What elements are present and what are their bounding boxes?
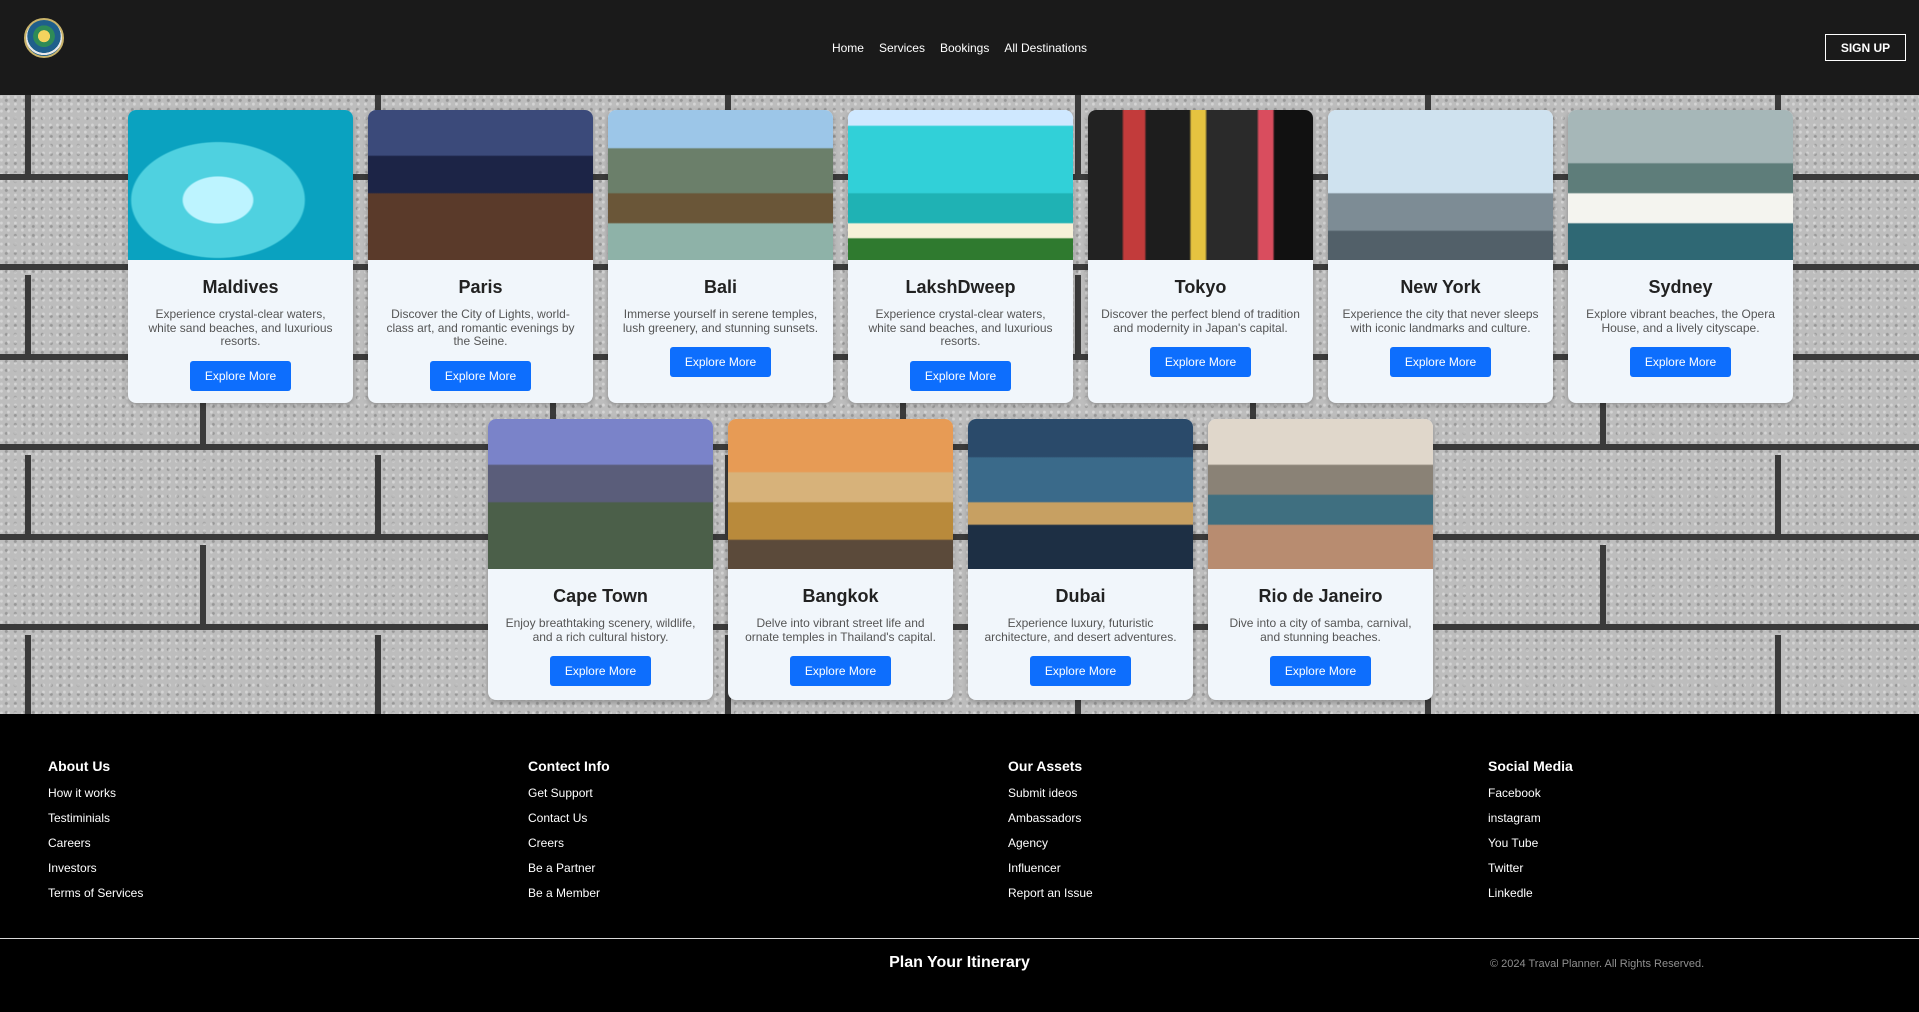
footer-link[interactable]: Get Support — [528, 786, 610, 800]
destination-card-bali: Bali Immerse yourself in serene temples,… — [608, 110, 833, 403]
card-title: Maldives — [202, 277, 279, 297]
card-title: Bali — [703, 277, 737, 297]
card-title: Sydney — [1648, 277, 1713, 297]
wall-row — [0, 635, 1919, 714]
explore-more-button[interactable]: Explore More — [189, 360, 292, 391]
footer-column-social: Social Media Facebook instagram You Tube… — [1488, 758, 1573, 911]
main-nav: Home Services Bookings All Destinations — [0, 0, 1919, 95]
bangkok-image — [728, 419, 953, 569]
wall-row — [0, 545, 1919, 635]
site-footer: About Us How it works Testiminials Caree… — [0, 714, 1919, 1012]
nav-all-destinations[interactable]: All Destinations — [1004, 41, 1087, 55]
footer-column-assets: Our Assets Submit ideos Ambassadors Agen… — [1008, 758, 1093, 911]
tokyo-image — [1088, 110, 1313, 260]
footer-link[interactable]: Submit ideos — [1008, 786, 1093, 800]
footer-link[interactable]: Linkedle — [1488, 886, 1573, 900]
card-title: Tokyo — [1174, 277, 1227, 297]
explore-more-button[interactable]: Explore More — [1149, 347, 1252, 377]
footer-link[interactable]: instagram — [1488, 811, 1573, 825]
destinations-section: Maldives Experience crystal-clear waters… — [0, 95, 1919, 714]
card-description: Explore vibrant beaches, the Opera House… — [1586, 307, 1775, 335]
destination-card-rio: Rio de Janeiro Dive into a city of samba… — [1208, 419, 1433, 700]
footer-column-title: Social Media — [1488, 758, 1573, 774]
footer-link[interactable]: Contact Us — [528, 811, 610, 825]
maldives-image — [128, 110, 353, 260]
destination-card-dubai: Dubai Experience luxury, futuristic arch… — [968, 419, 1193, 700]
nav-services[interactable]: Services — [879, 41, 925, 55]
footer-link[interactable]: Investors — [48, 861, 143, 875]
paris-image — [368, 110, 593, 260]
destination-card-bangkok: Bangkok Delve into vibrant street life a… — [728, 419, 953, 700]
destination-card-maldives: Maldives Experience crystal-clear waters… — [128, 110, 353, 403]
lakshadweep-image — [848, 110, 1073, 260]
footer-column-title: About Us — [48, 758, 111, 774]
explore-more-button[interactable]: Explore More — [1269, 656, 1372, 686]
footer-link[interactable]: Terms of Services — [48, 886, 143, 900]
footer-column-about: About Us How it works Testiminials Caree… — [48, 758, 143, 911]
explore-more-button[interactable]: Explore More — [789, 656, 892, 686]
footer-column-contact: Contect Info Get Support Contact Us Cree… — [528, 758, 610, 911]
footer-link[interactable]: Influencer — [1008, 861, 1093, 875]
footer-divider — [0, 938, 1919, 939]
footer-link[interactable]: Report an Issue — [1008, 886, 1093, 900]
explore-more-button[interactable]: Explore More — [669, 347, 772, 377]
card-title: New York — [1400, 277, 1481, 297]
destination-card-paris: Paris Discover the City of Lights, world… — [368, 110, 593, 403]
signup-button[interactable]: SIGN UP — [1825, 34, 1906, 61]
footer-column-title: Contect Info — [528, 758, 610, 774]
card-description: Discover the City of Lights, world-class… — [386, 307, 575, 348]
card-description: Dive into a city of samba, carnival, and… — [1229, 616, 1412, 644]
dubai-image — [968, 419, 1193, 569]
destination-card-new-york: New York Experience the city that never … — [1328, 110, 1553, 403]
footer-link[interactable]: Twitter — [1488, 861, 1573, 875]
card-title: Dubai — [1055, 586, 1106, 606]
footer-link[interactable]: Creers — [528, 836, 610, 850]
footer-link[interactable]: Be a Member — [528, 886, 610, 900]
wall-row — [0, 455, 1919, 545]
explore-more-button[interactable]: Explore More — [1029, 656, 1132, 686]
nav-bookings[interactable]: Bookings — [940, 41, 989, 55]
explore-more-button[interactable]: Explore More — [429, 360, 532, 391]
card-title: Bangkok — [802, 586, 879, 606]
explore-more-button[interactable]: Explore More — [1389, 347, 1492, 377]
card-description: Discover the perfect blend of tradition … — [1101, 307, 1300, 335]
card-description: Experience crystal-clear waters, white s… — [148, 307, 333, 348]
cape-town-image — [488, 419, 713, 569]
explore-more-button[interactable]: Explore More — [1629, 347, 1732, 377]
footer-link[interactable]: Be a Partner — [528, 861, 610, 875]
footer-link[interactable]: Testiminials — [48, 811, 143, 825]
card-description: Immerse yourself in serene temples, lush… — [622, 307, 819, 335]
card-title: Paris — [458, 277, 503, 297]
rio-image — [1208, 419, 1433, 569]
bali-image — [608, 110, 833, 260]
sydney-image — [1568, 110, 1793, 260]
card-description: Experience the city that never sleeps wi… — [1342, 307, 1539, 335]
footer-link[interactable]: Ambassadors — [1008, 811, 1093, 825]
destination-card-sydney: Sydney Explore vibrant beaches, the Oper… — [1568, 110, 1793, 403]
site-header: Home Services Bookings All Destinations … — [0, 0, 1919, 95]
destination-card-lakshadweep: LakshDweep Experience crystal-clear wate… — [848, 110, 1073, 403]
card-description: Experience crystal-clear waters, white s… — [868, 307, 1053, 348]
new-york-image — [1328, 110, 1553, 260]
card-title: Cape Town — [553, 586, 648, 606]
explore-more-button[interactable]: Explore More — [909, 360, 1012, 391]
card-title: Rio de Janeiro — [1258, 586, 1383, 606]
card-description: Delve into vibrant street life and ornat… — [745, 616, 936, 644]
copyright-text: © 2024 Traval Planner. All Rights Reserv… — [1490, 958, 1705, 970]
destination-card-tokyo: Tokyo Discover the perfect blend of trad… — [1088, 110, 1313, 403]
card-title: LakshDweep — [905, 277, 1016, 297]
explore-more-button[interactable]: Explore More — [549, 656, 652, 686]
nav-home[interactable]: Home — [832, 41, 864, 55]
footer-link[interactable]: Agency — [1008, 836, 1093, 850]
footer-column-title: Our Assets — [1008, 758, 1083, 774]
footer-link[interactable]: You Tube — [1488, 836, 1573, 850]
footer-link[interactable]: Facebook — [1488, 786, 1573, 800]
destination-card-cape-town: Cape Town Enjoy breathtaking scenery, wi… — [488, 419, 713, 700]
card-description: Experience luxury, futuristic architectu… — [984, 616, 1177, 644]
footer-link[interactable]: How it works — [48, 786, 143, 800]
card-description: Enjoy breathtaking scenery, wildlife, an… — [505, 616, 696, 644]
footer-link[interactable]: Careers — [48, 836, 143, 850]
